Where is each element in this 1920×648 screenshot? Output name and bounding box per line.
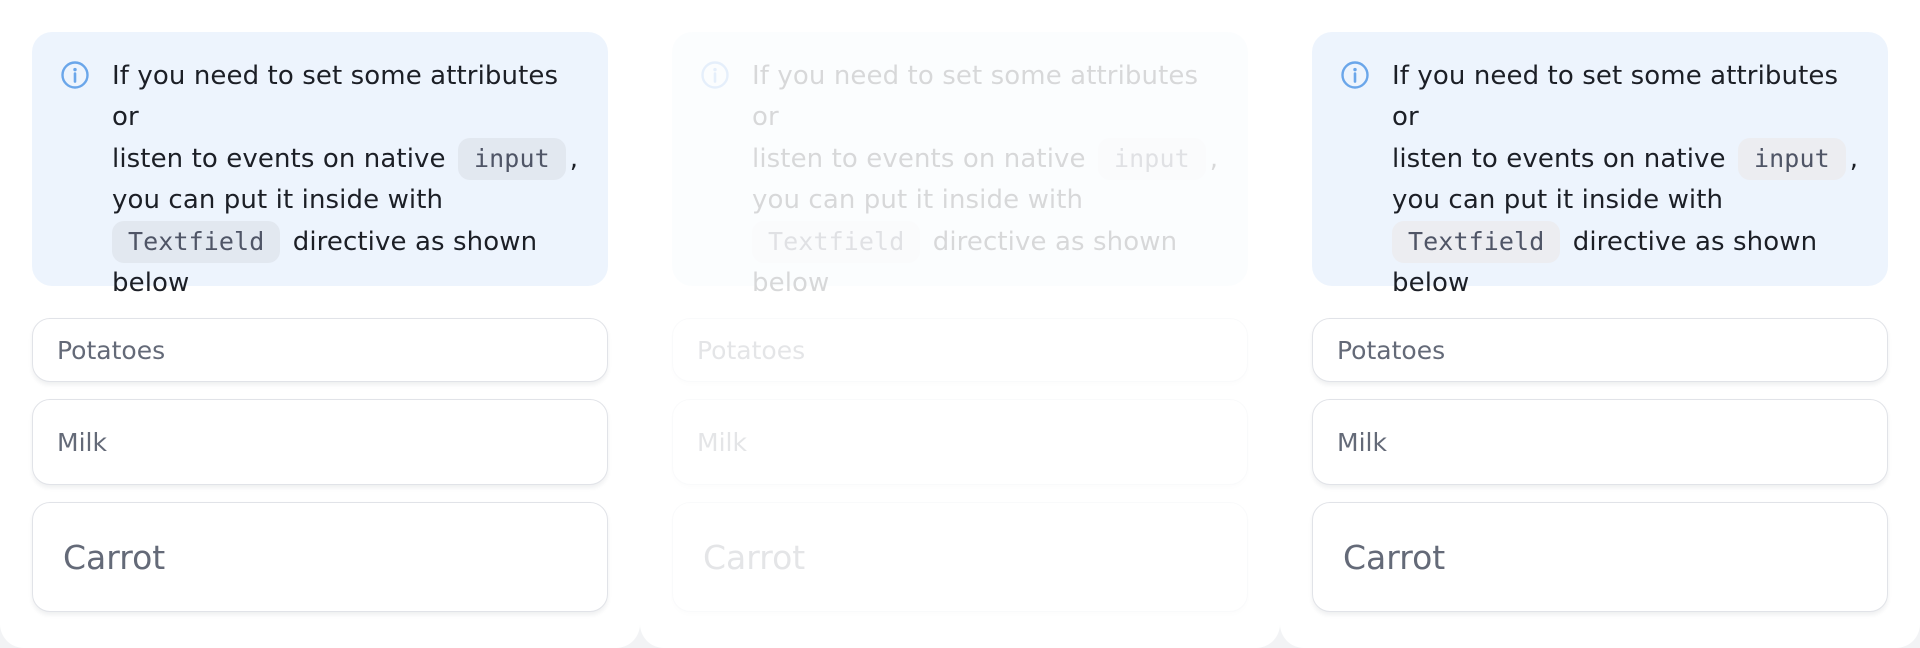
textfield-small[interactable]: Potatoes bbox=[1312, 318, 1888, 382]
textfield-value: Milk bbox=[57, 427, 107, 457]
code-textfield: Textfield bbox=[112, 221, 281, 263]
textfield-value: Milk bbox=[697, 427, 747, 457]
info-text: If you need to set some attributes or li… bbox=[112, 56, 588, 304]
info-callout: If you need to set some attributes or li… bbox=[1312, 32, 1888, 298]
info-line: you can put it inside with bbox=[1392, 185, 1724, 215]
textfield-value: Potatoes bbox=[1337, 335, 1446, 365]
info-line: , bbox=[569, 144, 579, 174]
info-line: below bbox=[752, 268, 830, 298]
panel-left: If you need to set some attributes or li… bbox=[0, 0, 640, 648]
info-text: If you need to set some attributes or li… bbox=[1392, 56, 1868, 304]
info-line: below bbox=[112, 268, 190, 298]
textfield-large[interactable]: Carrot bbox=[1312, 502, 1888, 612]
info-line: directive as shown bbox=[284, 227, 538, 257]
info-line: you can put it inside with bbox=[752, 185, 1084, 215]
panel-content: If you need to set some attributes or li… bbox=[672, 32, 1248, 612]
info-line: directive as shown bbox=[924, 227, 1178, 257]
info-line: listen to events on native bbox=[112, 144, 454, 174]
textfield-value: Milk bbox=[1337, 427, 1387, 457]
textfield-large[interactable]: Carrot bbox=[32, 502, 608, 612]
info-line: you can put it inside with bbox=[112, 185, 444, 215]
textfield-value: Carrot bbox=[1343, 537, 1446, 577]
info-line: If you need to set some attributes or bbox=[752, 61, 1199, 132]
info-circle-icon bbox=[1341, 61, 1369, 89]
info-line: listen to events on native bbox=[1392, 144, 1734, 174]
panel-middle-faded: If you need to set some attributes or li… bbox=[640, 0, 1280, 648]
textfield-small[interactable]: Potatoes bbox=[672, 318, 1248, 382]
info-line: If you need to set some attributes or bbox=[112, 61, 559, 132]
textfield-value: Carrot bbox=[63, 537, 166, 577]
code-textfield: Textfield bbox=[752, 221, 921, 263]
info-line: directive as shown bbox=[1564, 227, 1818, 257]
panel-content: If you need to set some attributes or li… bbox=[32, 32, 608, 612]
info-circle-icon bbox=[701, 61, 729, 89]
panel-right: If you need to set some attributes or li… bbox=[1280, 0, 1920, 648]
textfield-value: Potatoes bbox=[57, 335, 166, 365]
info-line: below bbox=[1392, 268, 1470, 298]
panel-content: If you need to set some attributes or li… bbox=[1312, 32, 1888, 612]
code-input: input bbox=[457, 138, 566, 180]
info-text: If you need to set some attributes or li… bbox=[752, 56, 1228, 304]
info-callout: If you need to set some attributes or li… bbox=[672, 32, 1248, 298]
info-line: listen to events on native bbox=[752, 144, 1094, 174]
stage: If you need to set some attributes or li… bbox=[0, 0, 1920, 648]
info-callout: If you need to set some attributes or li… bbox=[32, 32, 608, 298]
textfield-value: Potatoes bbox=[697, 335, 806, 365]
textfield-medium[interactable]: Milk bbox=[32, 399, 608, 485]
textfield-large[interactable]: Carrot bbox=[672, 502, 1248, 612]
code-input: input bbox=[1097, 138, 1206, 180]
info-line: , bbox=[1849, 144, 1859, 174]
code-input: input bbox=[1737, 138, 1846, 180]
info-line: If you need to set some attributes or bbox=[1392, 61, 1839, 132]
info-line: , bbox=[1209, 144, 1219, 174]
textfield-small[interactable]: Potatoes bbox=[32, 318, 608, 382]
code-textfield: Textfield bbox=[1392, 221, 1561, 263]
textfield-medium[interactable]: Milk bbox=[1312, 399, 1888, 485]
textfield-value: Carrot bbox=[703, 537, 806, 577]
info-circle-icon bbox=[61, 61, 89, 89]
textfield-medium[interactable]: Milk bbox=[672, 399, 1248, 485]
